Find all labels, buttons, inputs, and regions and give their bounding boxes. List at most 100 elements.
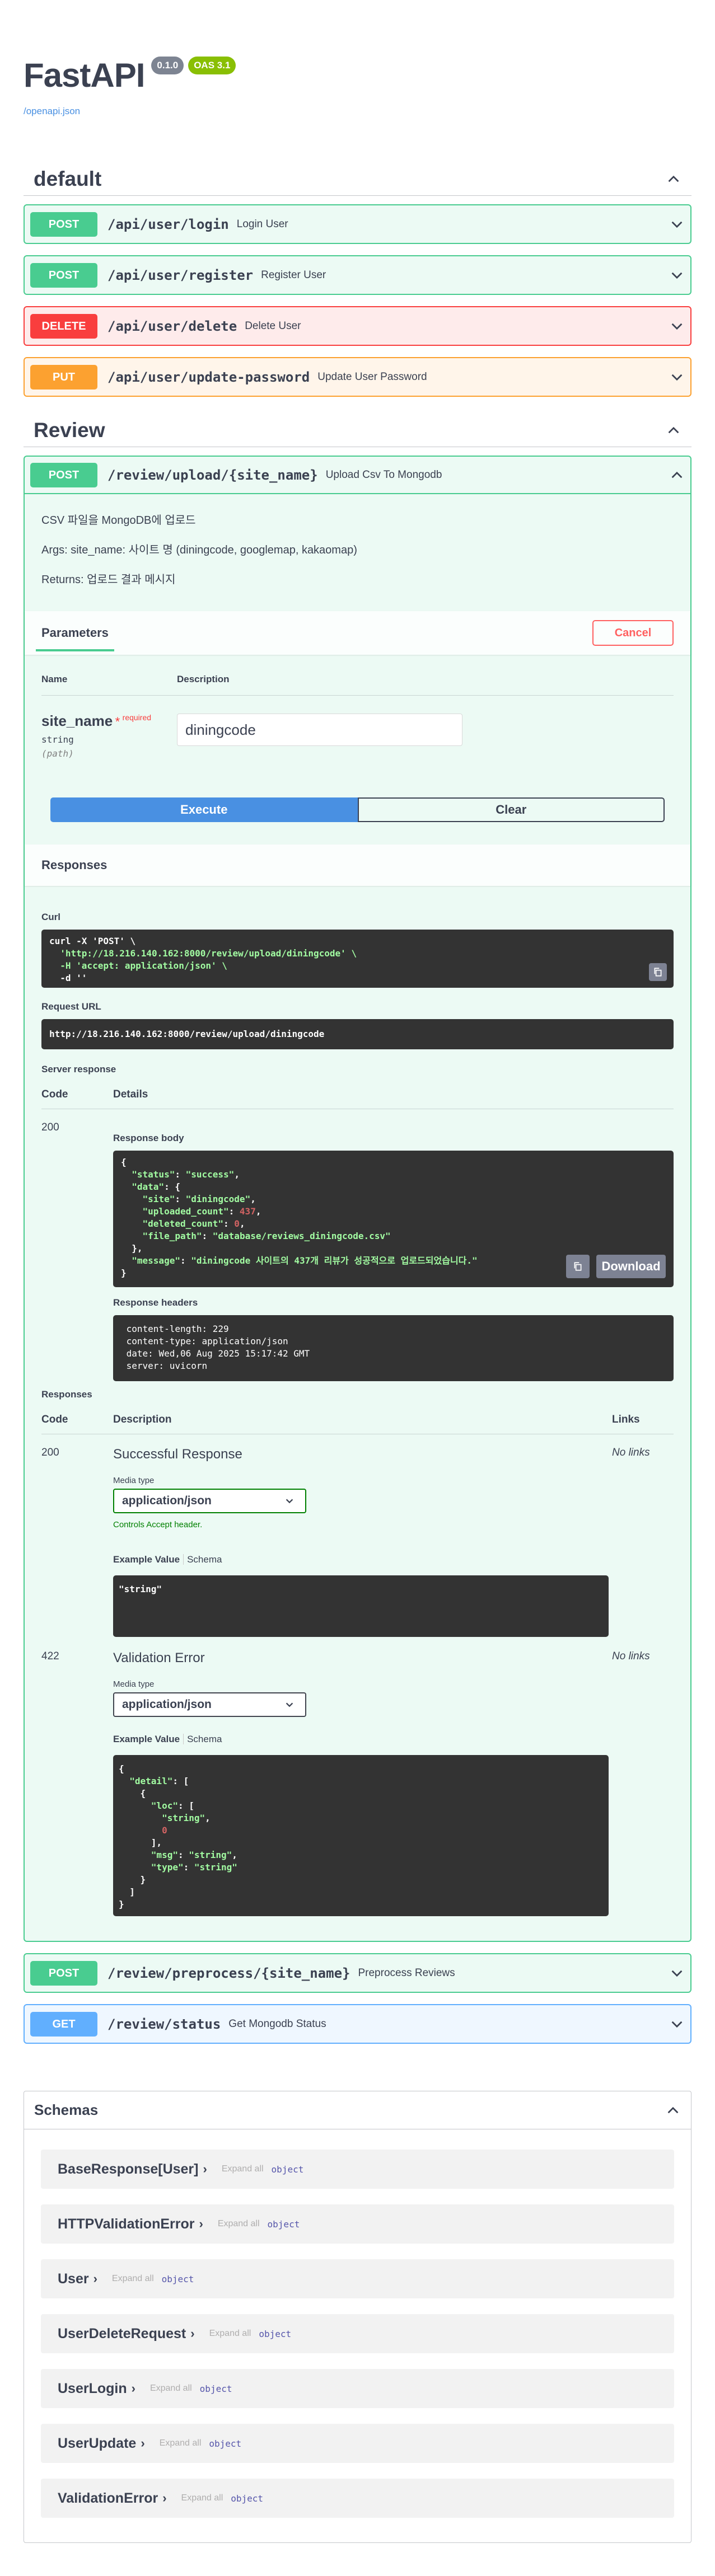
response-links: No links [612,1650,650,1662]
response-row-422: 422 Validation Error Media type applicat… [41,1637,674,1916]
param-type: string [41,734,74,745]
expand-all-button[interactable]: Expand all [181,2493,223,2503]
object-label: object [231,2493,264,2504]
app-title: FastAPI [24,57,145,94]
download-button[interactable]: Download [596,1255,666,1278]
schema-model[interactable]: UserDeleteRequest › Expand all object [41,2314,674,2353]
schema-model[interactable]: UserLogin › Expand all object [41,2369,674,2408]
op-path: /api/user/update-password [108,369,310,385]
object-label: object [209,2438,242,2449]
schemas-section: Schemas BaseResponse[User] › Expand all … [24,2091,691,2543]
chevron-up-icon[interactable] [669,467,685,483]
chevron-right-icon: › [162,2491,167,2505]
required-star: * [115,715,120,729]
model-name: UserLogin [58,2380,127,2396]
tab-parameters[interactable]: Parameters [36,614,114,651]
expand-all-button[interactable]: Expand all [218,2219,260,2229]
expand-all-button[interactable]: Expand all [150,2383,192,2394]
model-name: User [58,2270,89,2287]
response-code: 422 [41,1650,59,1662]
body-uploaded-count: 437 [239,1206,256,1217]
request-url: http://18.216.140.162:8000/review/upload… [41,1019,674,1049]
media-type-select[interactable]: application/json [113,1692,306,1717]
schema-model[interactable]: User › Expand all object [41,2259,674,2298]
controls-accept-note: Controls Accept header. [113,1520,203,1529]
chevron-down-icon[interactable] [669,217,685,232]
expand-all-button[interactable]: Expand all [160,2438,202,2448]
model-name: ValidationError [58,2490,158,2506]
chevron-down-icon[interactable] [669,2016,685,2032]
response-headers: content-length: 229 content-type: applic… [113,1315,674,1381]
op-update-password[interactable]: PUT /api/user/update-password Update Use… [24,357,691,397]
tab-example-value[interactable]: Example Value [113,1734,180,1744]
object-label: object [267,2218,300,2230]
method-badge: POST [30,462,97,487]
tag-default-name: default [34,167,102,190]
media-type-select[interactable]: application/json [113,1489,306,1513]
op-summary: Get Mongodb Status [228,2017,326,2030]
header-line: content-length: 229 [121,1324,235,1334]
execute-button[interactable]: Execute [50,797,358,822]
curl-line: -H 'accept: application/json' \ [49,960,227,971]
tag-default-header[interactable]: default [24,162,691,196]
curl-line: 'http://18.216.140.162:8000/review/uploa… [49,948,357,959]
expand-all-button[interactable]: Expand all [209,2329,251,2339]
col-code: Code [41,1088,68,1100]
op-register[interactable]: POST /api/user/register Register User [24,255,691,295]
execute-wrapper: Execute Clear [25,787,690,844]
schema-model[interactable]: ValidationError › Expand all object [41,2479,674,2518]
curl-label: Curl [41,912,60,922]
clear-button[interactable]: Clear [357,797,665,822]
media-type-value: application/json [122,1698,212,1711]
op-summary: Preprocess Reviews [358,1967,455,1979]
op-summary: Register User [261,269,326,281]
schema-model[interactable]: BaseResponse[User] › Expand all object [41,2150,674,2189]
op-upload-summary[interactable]: POST /review/upload/{site_name} Upload C… [25,457,690,494]
tab-schema[interactable]: Schema [187,1734,222,1744]
op-summary: Upload Csv To Mongodb [325,468,442,481]
media-type-value: application/json [122,1494,212,1507]
col-description: Description [113,1414,172,1425]
example-value-box: "string" [113,1575,609,1637]
site-name-input[interactable] [177,714,462,746]
expand-all-button[interactable]: Expand all [222,2164,264,2174]
chevron-down-icon[interactable] [669,1965,685,1981]
object-label: object [259,2328,292,2339]
model-name: BaseResponse[User] [58,2161,199,2177]
op-delete-user[interactable]: DELETE /api/user/delete Delete User [24,306,691,346]
live-response: Curl curl -X 'POST' \ 'http://18.216.140… [25,886,690,1941]
copy-icon[interactable] [566,1255,590,1278]
doc-line: Returns: 업로드 결과 메시지 [41,574,176,586]
cancel-button[interactable]: Cancel [592,620,674,646]
tab-example-value[interactable]: Example Value [113,1554,180,1565]
body-site: diningcode [191,1194,245,1204]
tag-review-header[interactable]: Review [24,414,691,447]
chevron-down-icon[interactable] [669,268,685,283]
chevron-up-icon [665,2103,681,2118]
op-preprocess[interactable]: POST /review/preprocess/{site_name} Prep… [24,1953,691,1993]
documented-responses-label: Responses [41,1389,92,1400]
doc-line: CSV 파일을 MongoDB에 업로드 [41,514,196,527]
method-badge: POST [30,262,97,288]
expand-all-button[interactable]: Expand all [112,2274,154,2284]
curl-line: curl -X 'POST' \ [49,936,136,946]
object-label: object [161,2273,194,2284]
op-summary: Login User [236,218,288,230]
object-label: object [199,2383,232,2394]
tab-schema[interactable]: Schema [187,1554,222,1565]
op-login[interactable]: POST /api/user/login Login User [24,204,691,244]
request-url-label: Request URL [41,1001,101,1012]
model-name: UserUpdate [58,2435,137,2451]
schema-model[interactable]: UserUpdate › Expand all object [41,2424,674,2463]
chevron-down-icon[interactable] [669,369,685,385]
col-details: Details [113,1088,148,1100]
copy-icon[interactable] [649,963,667,981]
openapi-json-link[interactable]: /openapi.json [24,106,691,117]
schema-model[interactable]: HTTPValidationError › Expand all object [41,2204,674,2244]
schemas-header[interactable]: Schemas [24,2091,691,2129]
required-label: required [122,713,152,722]
op-status[interactable]: GET /review/status Get Mongodb Status [24,2004,691,2044]
op-path: /api/user/register [108,267,254,283]
chevron-down-icon[interactable] [669,318,685,334]
response-title: Validation Error [113,1650,205,1665]
